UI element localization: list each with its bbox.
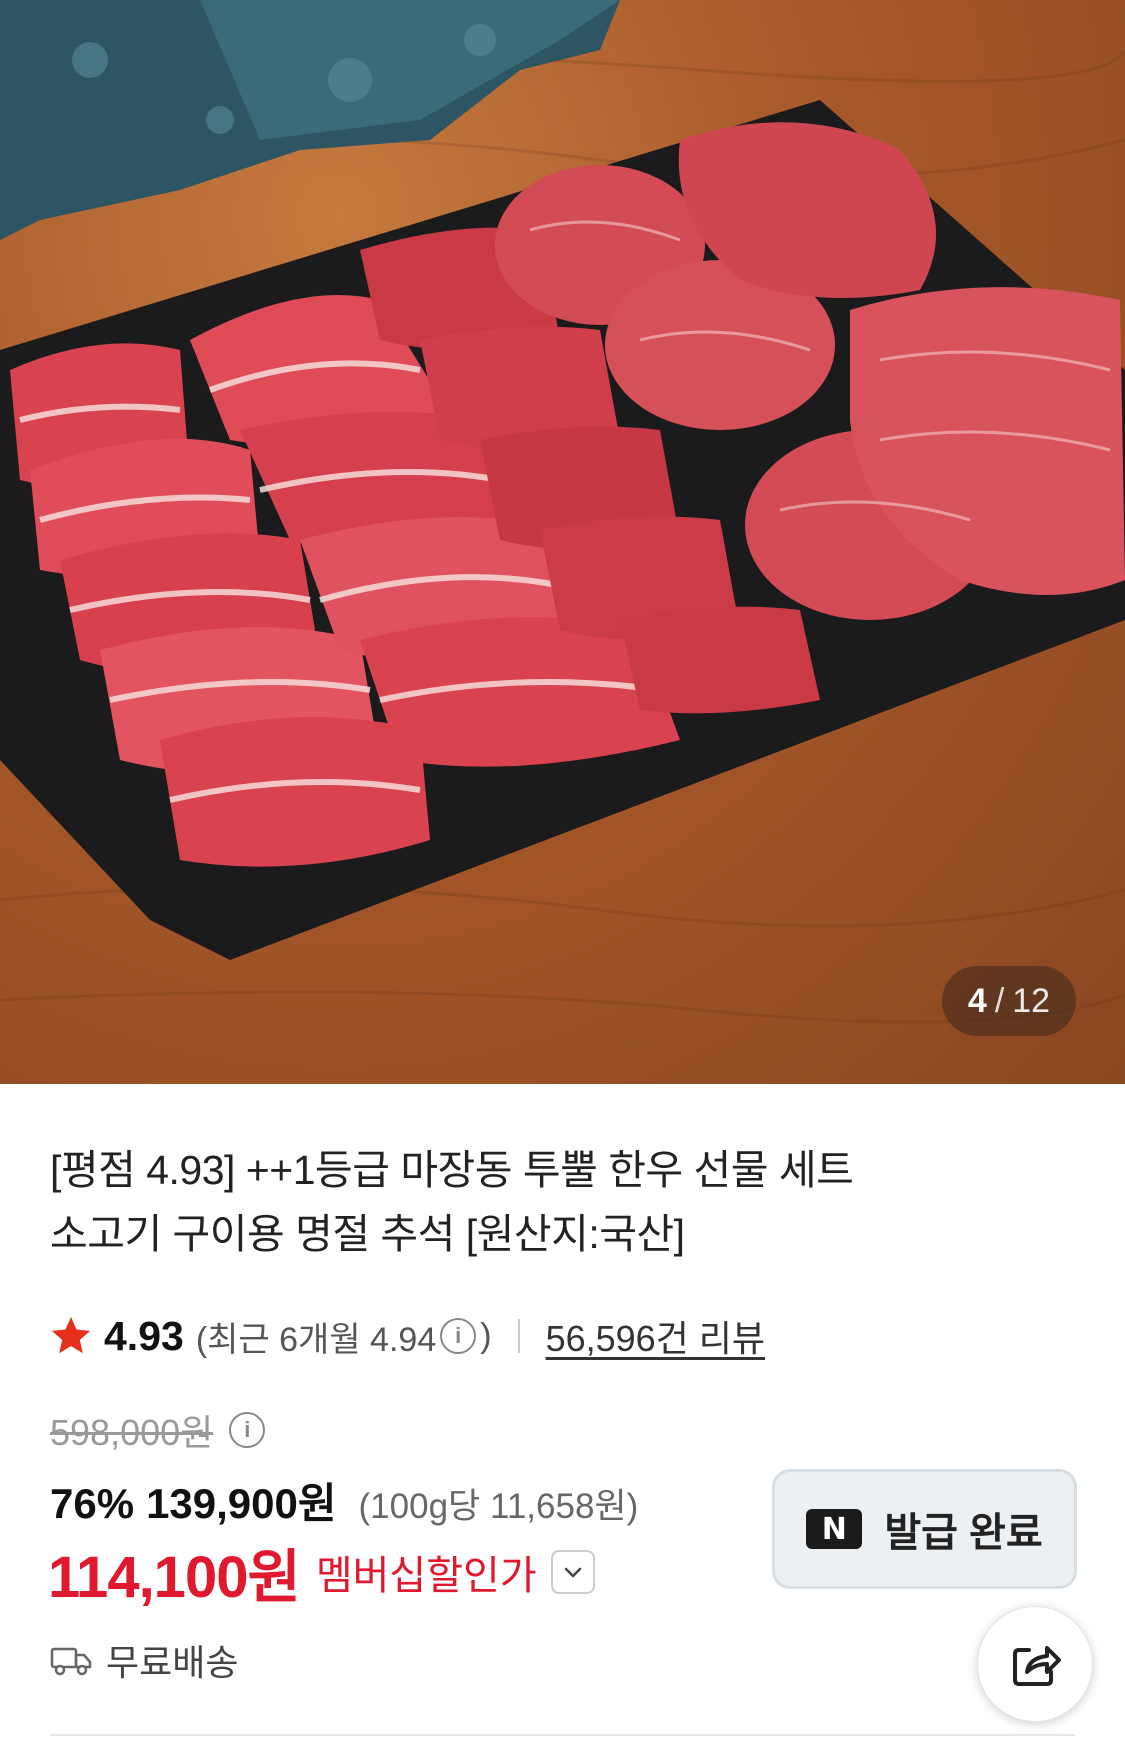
image-counter-separator: / (994, 981, 1005, 1020)
coupon-issued-button[interactable]: N 발급 완료 (772, 1469, 1077, 1589)
original-price: 598,000원 (50, 1412, 214, 1453)
product-title: [평점 4.93] ++1등급 마장동 투뿔 한우 선물 세트 소고기 구이용 … (50, 1138, 1070, 1266)
recent-rating-text: (최근 6개월 4.94 (195, 1320, 437, 1359)
review-count-link[interactable]: 56,596건 리뷰 (546, 1310, 765, 1362)
rating-score: 4.93 (104, 1312, 184, 1359)
discount-rate: 76% (50, 1480, 135, 1527)
member-price-toggle[interactable] (550, 1550, 595, 1594)
truck-icon (50, 1647, 92, 1676)
price-info-icon[interactable]: i (229, 1412, 266, 1448)
naver-n-icon: N (806, 1509, 863, 1549)
shipping-label: 무료배송 (106, 1642, 239, 1683)
member-price-row: 114,100원 멤버십할인가 (48, 1530, 595, 1614)
image-counter: 4 / 12 (942, 966, 1076, 1036)
divider (517, 1319, 520, 1353)
share-icon (1013, 1646, 1061, 1686)
member-price-label: 멤버십할인가 (315, 1554, 537, 1598)
original-price-row: 598,000원 i (50, 1404, 269, 1456)
product-image[interactable]: 4 / 12 (0, 0, 1125, 1084)
rating-row: 4.93 (최근 6개월 4.94 i ) 56,596건 리뷰 (48, 1310, 765, 1362)
share-button[interactable] (977, 1606, 1093, 1722)
image-counter-total: 12 (1012, 981, 1051, 1020)
sale-price: 139,900원 (146, 1480, 337, 1527)
sale-price-row: 76% 139,900원 (100g당 11,658원) (50, 1470, 638, 1531)
star-icon (51, 1316, 91, 1354)
coupon-label: 발급 완료 (884, 1511, 1043, 1555)
product-photo (0, 0, 1125, 1024)
recent-rating: (최근 6개월 4.94 i ) (196, 1312, 492, 1361)
chevron-down-icon (564, 1567, 581, 1578)
recent-rating-close: ) (480, 1316, 492, 1355)
shipping-row: 무료배송 (50, 1634, 238, 1686)
product-title-line2: 소고기 구이용 명절 추석 [원산지:국산] (50, 1211, 685, 1257)
info-icon[interactable]: i (440, 1318, 477, 1354)
member-price: 114,100원 (48, 1545, 301, 1610)
image-counter-current: 4 (967, 981, 987, 1020)
product-title-line1: [평점 4.93] ++1등급 마장동 투뿔 한우 선물 세트 (50, 1147, 854, 1193)
unit-price: (100g당 11,658원) (358, 1487, 639, 1526)
section-divider (50, 1734, 1075, 1736)
